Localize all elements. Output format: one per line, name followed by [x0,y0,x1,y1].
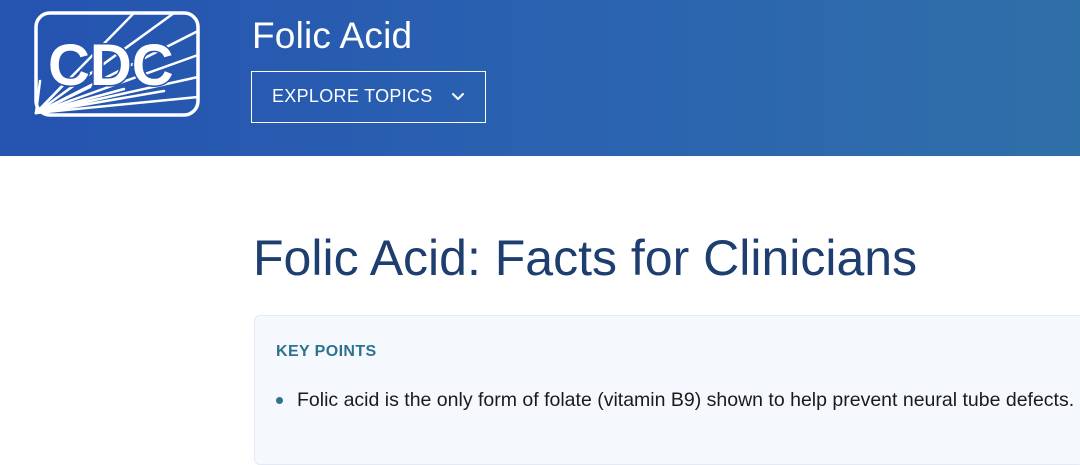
cdc-logo[interactable]: CDC [34,11,200,117]
key-point-text: Folic acid is the only form of folate (v… [297,389,1075,411]
explore-topics-button[interactable]: EXPLORE TOPICS [251,71,486,123]
explore-topics-label: EXPLORE TOPICS [272,86,433,106]
chevron-down-icon [450,89,466,105]
logo-wordmark: CDC [48,33,174,98]
key-points-heading: KEY POINTS [276,343,377,360]
site-title[interactable]: Folic Acid [252,14,412,58]
page-title: Folic Acid: Facts for Clinicians [253,230,918,286]
site-header: CDC Folic Acid EXPLORE TOPICS [0,0,1080,156]
list-item: Folic acid is the only form of folate (v… [255,386,1080,415]
bullet-icon [276,397,283,404]
key-points-callout: KEY POINTS Folic acid is the only form o… [254,315,1080,465]
key-points-list: Folic acid is the only form of folate (v… [255,386,1080,415]
